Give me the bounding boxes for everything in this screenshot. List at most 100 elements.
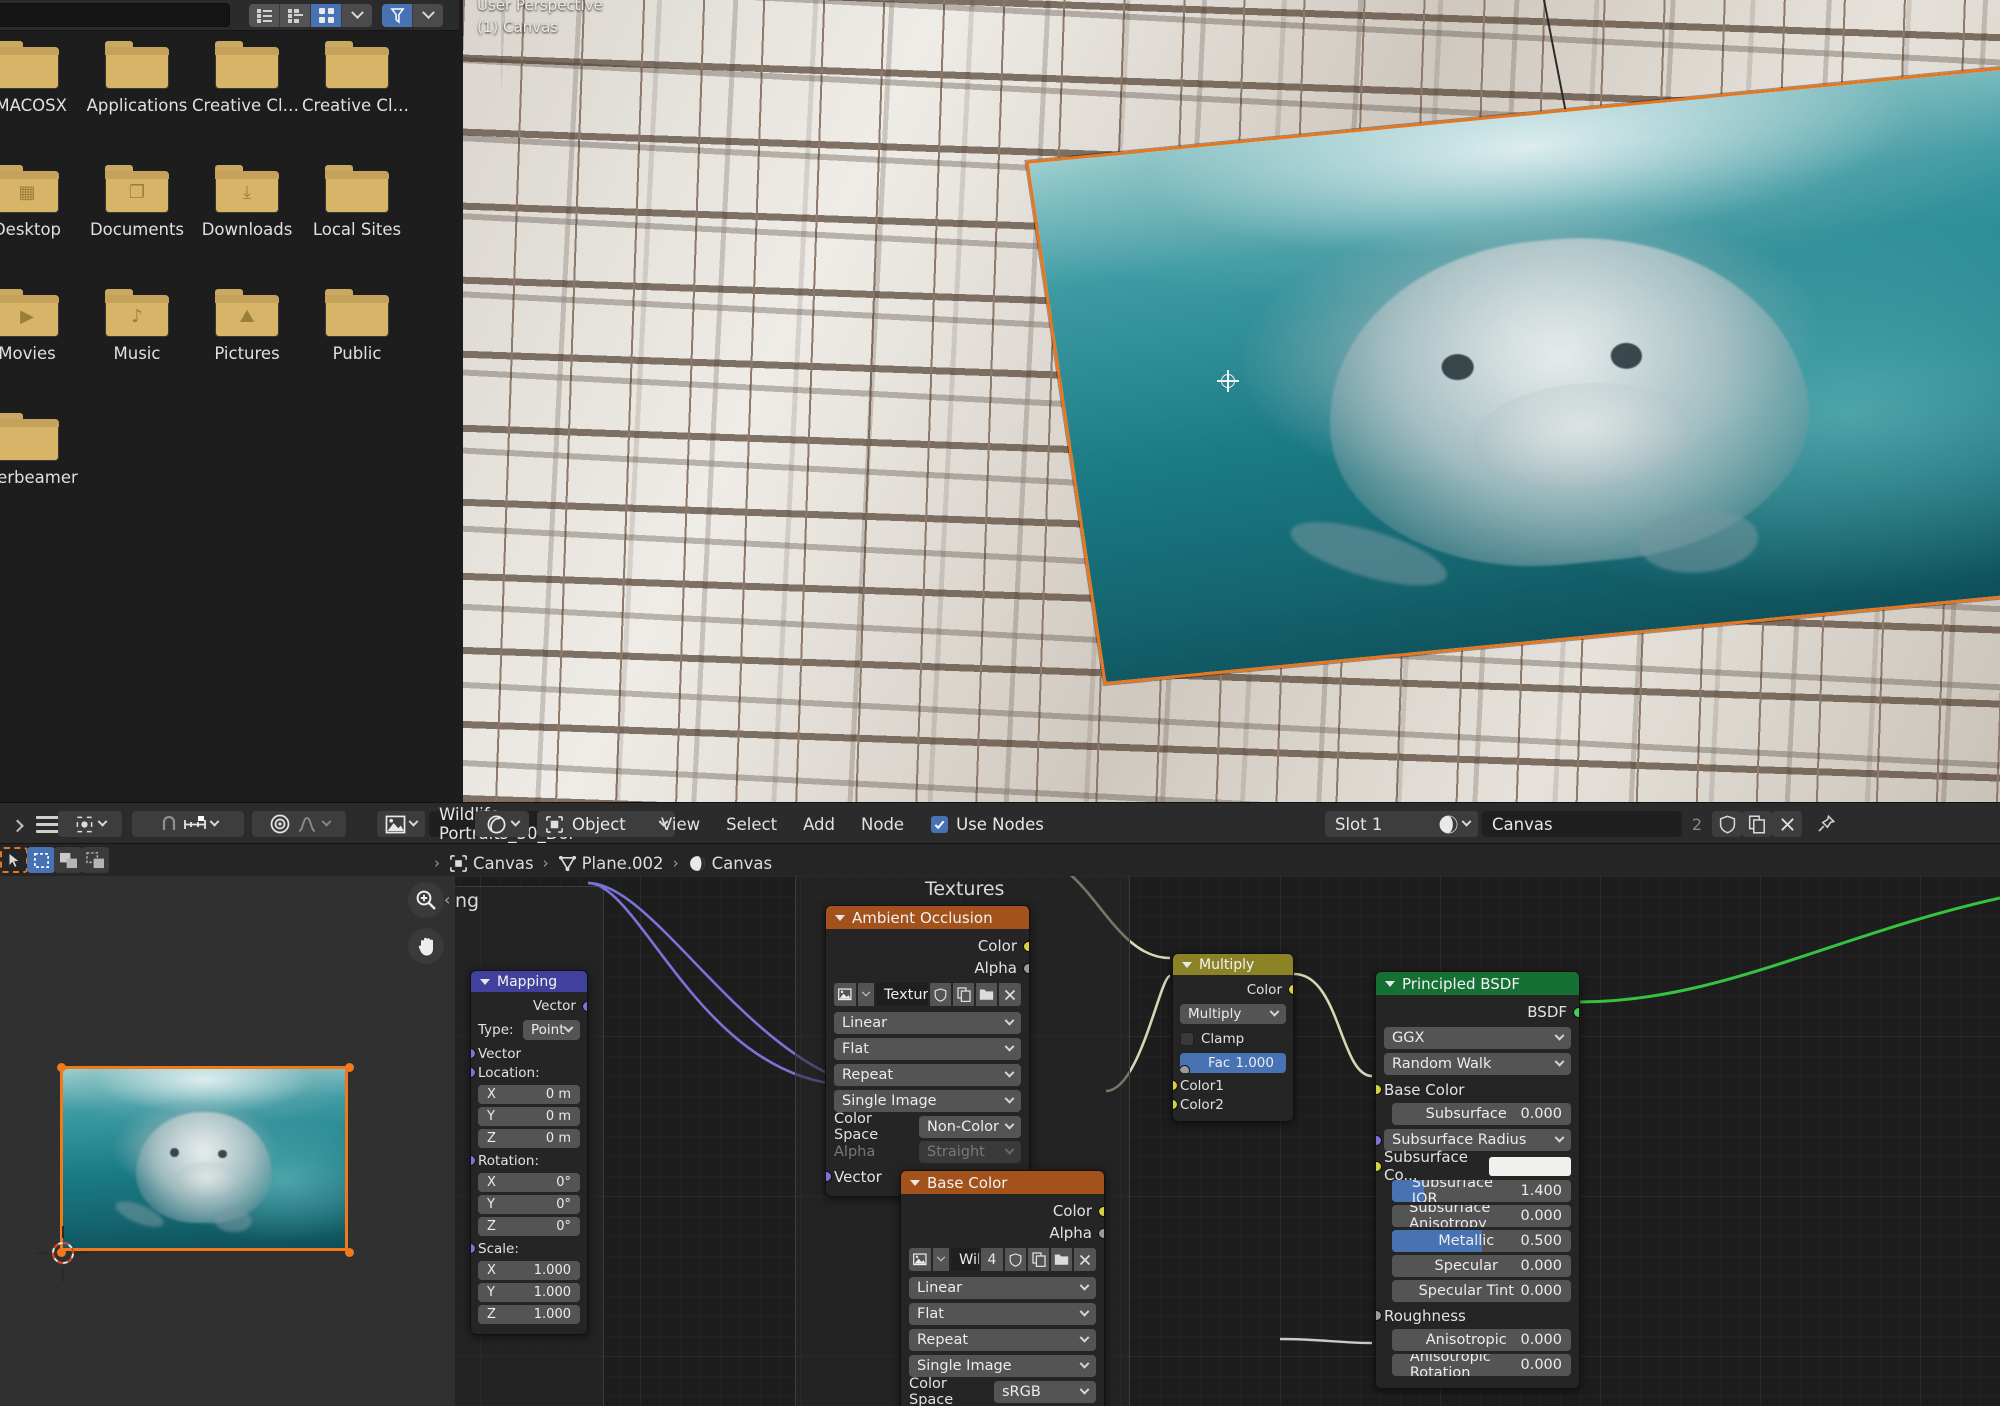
scale-z[interactable]: Z 1.000 [478, 1305, 580, 1324]
socket-color[interactable] [1023, 940, 1029, 952]
socket-subsurface-radius[interactable] [1376, 1134, 1382, 1146]
breadcrumb-item-0[interactable]: Canvas [473, 854, 534, 873]
node-principled-bsdf[interactable]: Principled BSDF BSDF GGX Random Walk Bas… [1375, 971, 1580, 1389]
interpolation-dropdown[interactable]: Linear [834, 1012, 1021, 1034]
collapse-triangle-icon[interactable] [835, 914, 845, 921]
use-nodes-checkbox[interactable]: Use Nodes [931, 815, 1044, 834]
prop-subsurface[interactable]: Subsurface 0.000 [1392, 1103, 1571, 1125]
menu-add[interactable]: Add [790, 815, 848, 834]
image-icon[interactable] [909, 1248, 931, 1271]
material-name-field[interactable]: Canvas [1482, 811, 1682, 837]
image-icon[interactable] [834, 983, 856, 1006]
collapse-triangle-icon[interactable] [1385, 980, 1395, 987]
prop-roughness[interactable]: Roughness [1376, 1305, 1571, 1326]
type-row[interactable]: Type: Point [478, 1019, 580, 1041]
node-header[interactable]: Multiply [1173, 954, 1293, 975]
proportional-edit-icon[interactable] [269, 813, 291, 835]
scale-y[interactable]: Y 1.000 [478, 1283, 580, 1302]
prop-subsurface-color[interactable]: Subsurface Co... [1376, 1148, 1571, 1184]
select-box-icon[interactable] [27, 847, 55, 873]
uv-corner-br[interactable] [345, 1248, 354, 1257]
open-image-folder-icon[interactable] [976, 983, 997, 1006]
input-vector[interactable]: Vector [471, 1044, 580, 1063]
pan-hand-icon[interactable] [408, 928, 444, 964]
clamp-checkbox[interactable] [1180, 1032, 1194, 1046]
copy-image-icon[interactable] [1028, 1248, 1049, 1271]
output-color[interactable]: Color [834, 935, 1029, 957]
viewport-3d[interactable]: User Perspective (1) Canvas [463, 0, 2000, 802]
thumbnail-grid-icon[interactable] [311, 4, 342, 27]
node-base-color[interactable]: Base Color Color Alpha Wi 4 Linear Flat … [900, 1170, 1105, 1406]
file-browser-item[interactable]: _MACOSX [0, 41, 82, 115]
scale-x[interactable]: X 1.000 [478, 1261, 580, 1280]
rotation-x[interactable]: X 0° [478, 1173, 580, 1192]
output-alpha[interactable]: Alpha [909, 1222, 1104, 1244]
output-bsdf[interactable]: BSDF [1384, 1001, 1579, 1023]
filter-funnel-icon[interactable] [382, 4, 413, 27]
collapse-triangle-icon[interactable] [1182, 961, 1192, 968]
canvas-plane-object[interactable] [1025, 64, 2000, 686]
pin-icon[interactable] [1808, 811, 1844, 837]
menu-view[interactable]: View [648, 815, 713, 834]
rotation-y[interactable]: Y 0° [478, 1195, 580, 1214]
socket-color[interactable] [1098, 1205, 1104, 1217]
alpha-row[interactable]: Alpha Straight [834, 1141, 1021, 1163]
menu-select[interactable]: Select [713, 815, 790, 834]
image-user-count[interactable]: 4 [981, 1248, 1003, 1271]
node-header[interactable]: Principled BSDF [1376, 972, 1579, 995]
image-browse-chevron-icon[interactable] [858, 983, 874, 1006]
location-z[interactable]: Z 0 m [478, 1129, 580, 1148]
image-datablock-icon[interactable] [377, 811, 425, 837]
image-name[interactable]: TexturesCom_Fa... [876, 983, 928, 1006]
file-browser-grid[interactable]: _MACOSXApplicationsCreative Clo...Creati… [0, 31, 459, 802]
socket-subsurface-color[interactable] [1376, 1160, 1382, 1172]
socket-color1[interactable] [1173, 1080, 1178, 1091]
file-browser-item[interactable]: ⤓ Downloads [192, 165, 302, 239]
pivot-point-icon[interactable] [58, 811, 122, 837]
blend-mode-dropdown[interactable]: Multiply [1180, 1004, 1286, 1024]
socket-color-out[interactable] [1288, 984, 1293, 995]
distribution-dropdown[interactable]: GGX [1384, 1027, 1571, 1049]
proportional-group[interactable] [252, 811, 346, 837]
clamp-row[interactable]: Clamp [1180, 1028, 1286, 1050]
output-color[interactable]: Color [909, 1200, 1104, 1222]
select-lasso-icon[interactable] [54, 847, 82, 873]
prop-metallic[interactable]: Metallic 0.500 [1392, 1230, 1571, 1252]
display-chevron-icon[interactable] [342, 4, 372, 27]
socket-vector-in[interactable] [471, 1048, 476, 1059]
prop-anisotropic[interactable]: Anisotropic 0.000 [1392, 1329, 1571, 1351]
location-group-label[interactable]: Location: [471, 1063, 580, 1082]
image-browse-chevron-icon[interactable] [933, 1248, 949, 1271]
interpolation-dropdown[interactable]: Linear [909, 1277, 1096, 1299]
source-dropdown[interactable]: Single Image [834, 1090, 1021, 1112]
socket-vector-out[interactable] [582, 1000, 587, 1012]
subsurface-color-swatch[interactable] [1489, 1156, 1571, 1176]
socket-vector[interactable] [826, 1171, 832, 1182]
location-y[interactable]: Y 0 m [478, 1107, 580, 1126]
fake-user-shield-icon[interactable] [930, 983, 951, 1006]
unlink-image-x-icon[interactable] [999, 983, 1021, 1006]
rotation-z[interactable]: Z 0° [478, 1217, 580, 1236]
file-browser-item[interactable]: Applications [82, 41, 192, 115]
input-color1[interactable]: Color1 [1173, 1076, 1286, 1095]
socket-scale[interactable] [471, 1243, 476, 1254]
node-header[interactable]: Mapping [471, 971, 587, 992]
scale-group-label[interactable]: Scale: [471, 1239, 580, 1258]
prop-subsurface-anisotropy[interactable]: Subsurface Anisotropy 0.000 [1392, 1205, 1571, 1227]
material-sphere-icon[interactable] [1430, 811, 1478, 837]
menu-node[interactable]: Node [848, 815, 917, 834]
unlink-x-icon[interactable] [1772, 811, 1802, 837]
snap-increment-icon[interactable] [182, 814, 208, 834]
file-browser-search-input[interactable] [0, 3, 230, 27]
collapse-triangle-icon[interactable] [480, 978, 490, 985]
file-browser-item[interactable]: nderbeamer [0, 413, 82, 487]
projection-dropdown[interactable]: Flat [909, 1303, 1096, 1325]
colorspace-row[interactable]: Color Space sRGB [909, 1376, 1096, 1406]
prop-anisotropic-rotation[interactable]: Anisotropic Rotation 0.000 [1392, 1354, 1571, 1376]
list-long-icon[interactable] [280, 4, 311, 27]
breadcrumb-item-1[interactable]: Plane.002 [582, 854, 664, 873]
breadcrumb-item-2[interactable]: Canvas [712, 854, 773, 873]
file-browser-item[interactable]: ▦ Desktop [0, 165, 82, 239]
copy-image-icon[interactable] [953, 983, 974, 1006]
fac-slider[interactable]: Fac 1.000 [1180, 1053, 1286, 1073]
